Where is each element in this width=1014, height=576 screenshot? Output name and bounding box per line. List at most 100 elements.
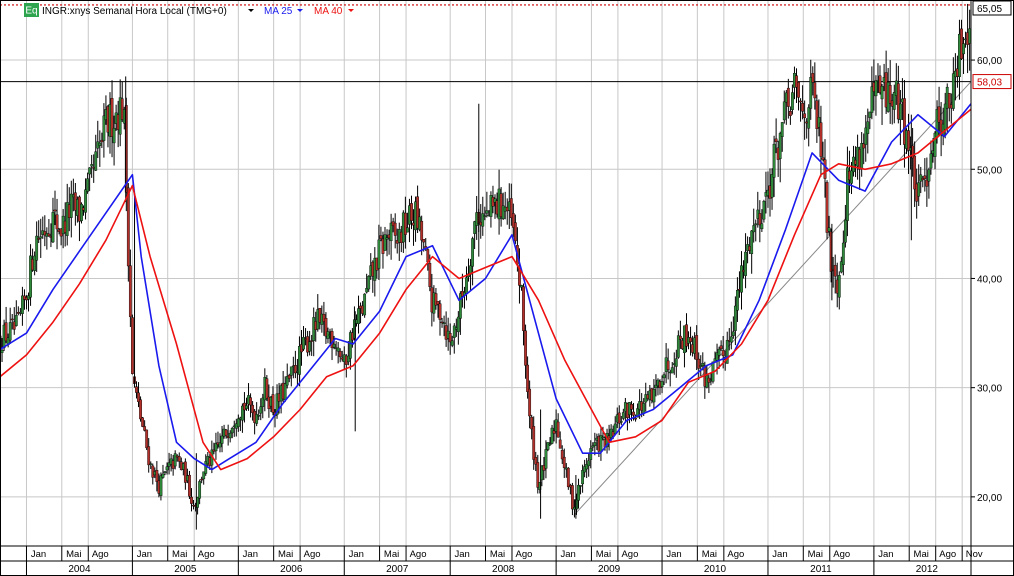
candle-body <box>593 442 597 446</box>
candle-body <box>10 318 14 321</box>
x-month-label: Mai <box>914 549 929 560</box>
candle-body <box>754 223 758 226</box>
candle-body <box>471 238 474 267</box>
candle-body <box>224 429 228 436</box>
candle-body <box>758 213 762 226</box>
candle-body <box>308 341 312 352</box>
candle-body <box>198 481 202 499</box>
candle-body <box>577 484 580 501</box>
current-price-label: 65,05 <box>977 4 1002 15</box>
candle-body <box>259 406 263 414</box>
candle-body <box>481 213 485 227</box>
x-year-label: 2009 <box>598 564 621 575</box>
x-month-label: Jan <box>137 549 152 560</box>
candle-body <box>422 239 426 243</box>
x-year-label: 2006 <box>280 564 303 575</box>
candle-body <box>866 121 870 134</box>
candle-body <box>377 239 381 269</box>
candle-body <box>47 233 51 237</box>
y-tick-label: 30,00 <box>977 384 1002 395</box>
x-month-label: Mai <box>808 549 823 560</box>
candle-body <box>289 366 293 376</box>
x-month-label: Ago <box>516 549 533 560</box>
candle-body <box>951 73 955 109</box>
candle-body <box>383 234 387 251</box>
candle-body <box>14 315 18 326</box>
candle-body <box>571 485 574 510</box>
candle-body <box>188 474 191 497</box>
candle-body <box>697 358 701 369</box>
x-month-label: Mai <box>490 549 505 560</box>
candle-body <box>367 275 371 290</box>
y-tick-label: 40,00 <box>977 274 1002 285</box>
candle-body <box>852 156 855 173</box>
candle-body <box>165 466 169 471</box>
price-chart[interactable]: 20,00 30,00 40,00 50,00 60,00 58,03 65,05 Jan M… <box>0 0 1014 576</box>
x-month-label: Jan <box>878 549 893 560</box>
candle-body <box>528 388 532 417</box>
candle-body <box>674 358 678 367</box>
candle-body <box>701 363 705 366</box>
candle-body <box>825 182 829 233</box>
candle-body <box>695 335 699 360</box>
candle-body <box>791 92 794 110</box>
candle-body <box>456 316 460 333</box>
candle-body <box>177 456 181 462</box>
candle-body <box>80 203 83 221</box>
candle-body <box>173 453 177 467</box>
candle-body <box>591 445 595 448</box>
candle-body <box>660 381 664 388</box>
candle-body <box>98 142 102 146</box>
candle-body <box>778 133 782 159</box>
candle-body <box>642 403 646 414</box>
y-tick-label: 50,00 <box>977 165 1002 176</box>
x-month-label: Ago <box>304 549 321 560</box>
x-month-label: Ago <box>939 549 956 560</box>
candle-body <box>485 210 489 214</box>
x-month-label: Mai <box>66 549 81 560</box>
x-year-label: 2012 <box>916 564 939 575</box>
candle-body <box>929 153 933 169</box>
candle-body <box>336 347 340 352</box>
candle-body <box>112 127 116 144</box>
candle-body <box>428 262 432 287</box>
chart-window: 20,00 30,00 40,00 50,00 60,00 58,03 65,05 Jan M… <box>0 0 1014 576</box>
candle-body <box>249 397 252 406</box>
candle-body <box>562 456 566 468</box>
candle-body <box>927 169 931 182</box>
candle-body <box>601 436 605 439</box>
candle-body <box>750 230 754 255</box>
candle-body <box>721 350 725 356</box>
candle-body <box>420 221 424 241</box>
x-month-label: Jan <box>31 549 46 560</box>
candle-body <box>245 405 248 409</box>
candle-body <box>752 225 756 233</box>
candle-body <box>126 187 130 267</box>
candle-body <box>811 73 815 83</box>
candle-body <box>90 164 94 167</box>
candle-body <box>813 82 817 99</box>
x-year-label: 2010 <box>704 564 727 575</box>
candle-body <box>393 222 397 236</box>
candle-body <box>338 351 342 358</box>
candle-body <box>670 367 674 374</box>
candle-body <box>522 286 525 331</box>
candle-body <box>662 374 666 379</box>
candle-body <box>898 103 902 120</box>
candle-body <box>760 223 764 230</box>
candle-body <box>128 265 132 317</box>
x-month-label: Mai <box>702 549 717 560</box>
candle-body <box>163 471 167 473</box>
candle-body <box>544 449 548 469</box>
candle-body <box>833 264 837 277</box>
candle-body <box>799 100 802 103</box>
candle-body <box>632 411 635 416</box>
instrument-title: INGR:xnys Semanal Hora Local (TMG+0) <box>42 6 227 17</box>
candle-body <box>410 203 413 221</box>
candle-body <box>524 330 527 366</box>
candle-body <box>589 448 593 460</box>
candle-body <box>744 251 747 276</box>
candle-body <box>558 439 562 449</box>
candle-body <box>257 415 261 417</box>
x-month-label: Mai <box>596 549 611 560</box>
